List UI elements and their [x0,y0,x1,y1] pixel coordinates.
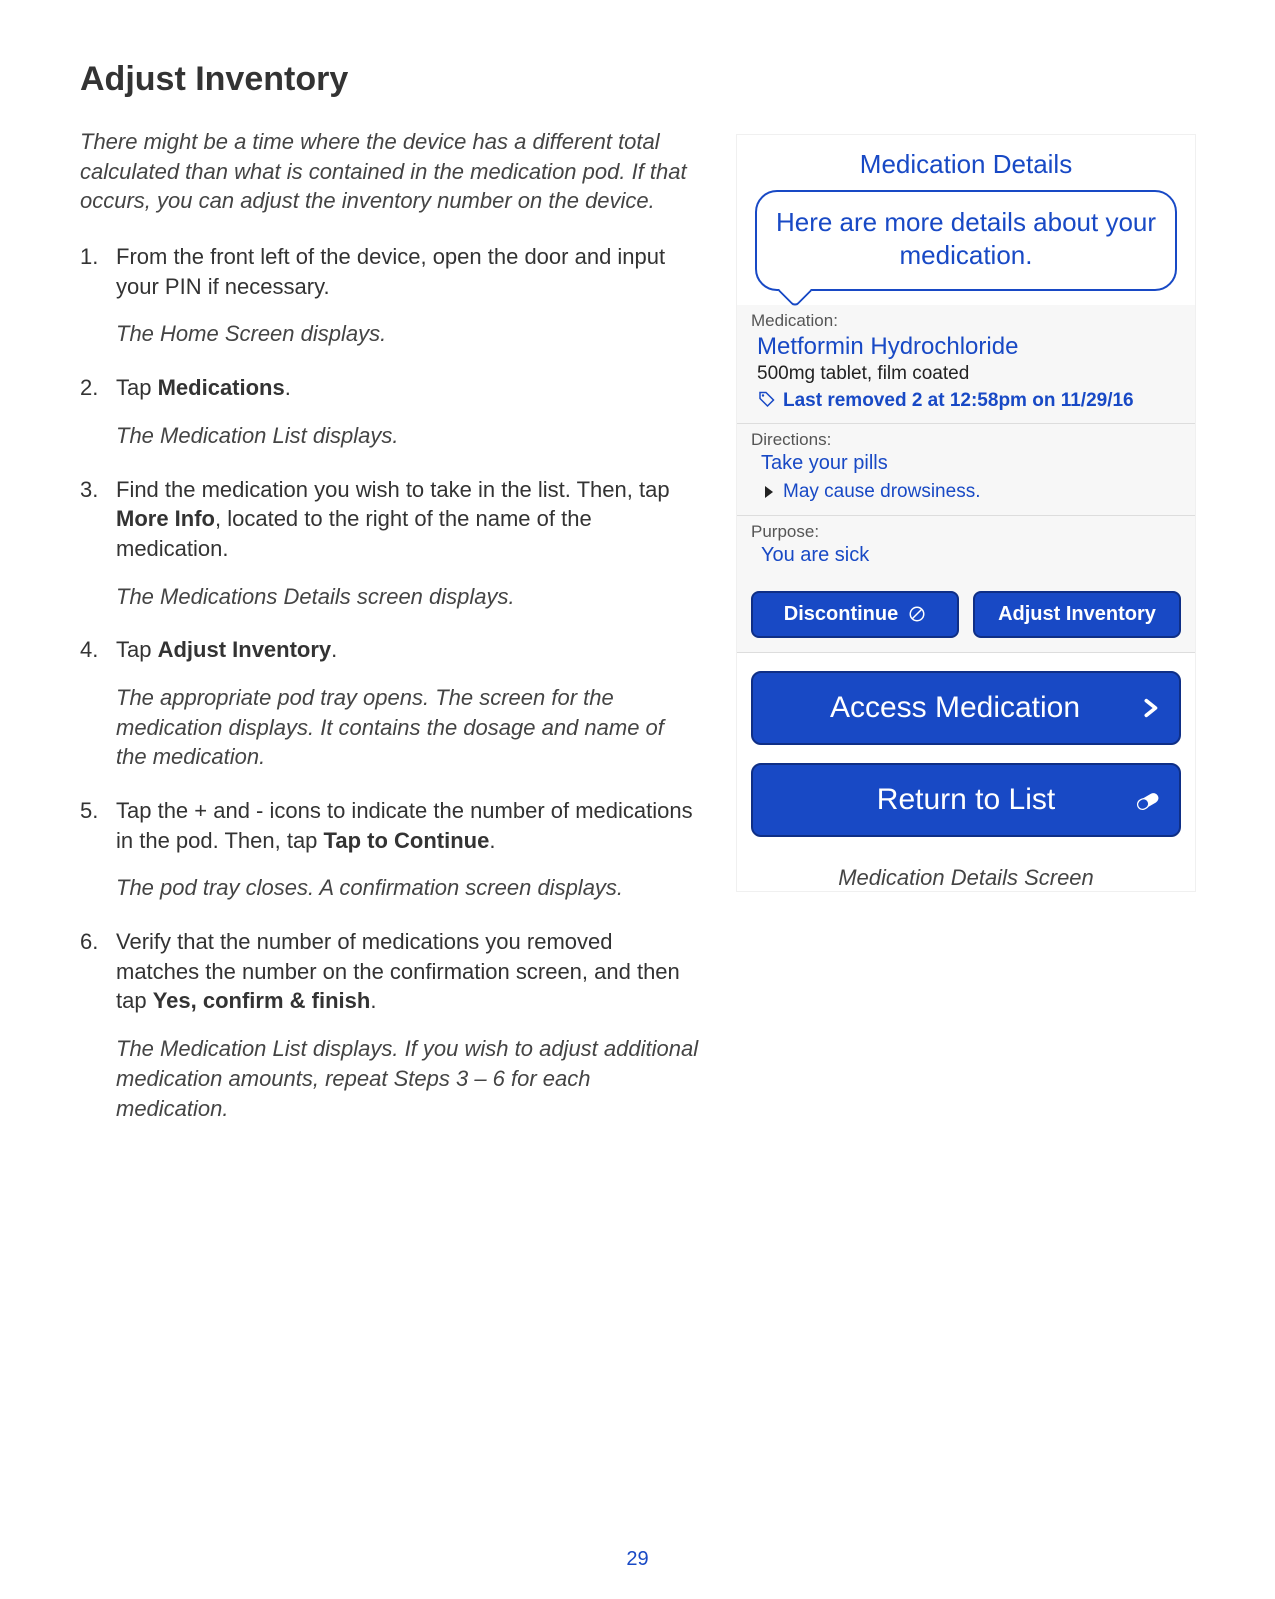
step-6-bold: Yes, confirm & finish [153,988,371,1013]
step-5-bold: Tap to Continue [324,828,490,853]
step-6-sub: The Medication List displays. If you wis… [116,1034,700,1123]
purpose-text: You are sick [761,544,1181,567]
step-4: Tap Adjust Inventory. The appropriate po… [80,635,700,772]
step-5-sub: The pod tray closes. A confirmation scre… [116,873,700,903]
medication-label: Medication: [751,311,1181,331]
step-4-bold: Adjust Inventory [158,637,332,662]
prohibit-icon [908,605,926,623]
device-screenshot: Medication Details Here are more details… [737,135,1195,891]
chevron-right-icon [1139,693,1161,723]
last-removed-row: Last removed 2 at 12:58pm on 11/29/16 [757,389,1181,413]
directions-label: Directions: [751,430,1181,450]
last-removed-text: Last removed 2 at 12:58pm on 11/29/16 [783,389,1134,413]
directions-section: Directions: Take your pills May cause dr… [737,424,1195,516]
step-3-bold: More Info [116,506,215,531]
step-3-pre: Find the medication you wish to take in … [116,477,670,502]
step-1-sub: The Home Screen displays. [116,319,700,349]
step-6-post: . [370,988,376,1013]
access-medication-label: Access Medication [771,691,1139,725]
triangle-icon [765,486,773,498]
access-medication-button[interactable]: Access Medication [751,671,1181,745]
adjust-inventory-button[interactable]: Adjust Inventory [973,591,1181,638]
step-1: From the front left of the device, open … [80,242,700,349]
step-6: Verify that the number of medications yo… [80,927,700,1123]
medication-sub: 500mg tablet, film coated [757,363,1181,385]
return-to-list-label: Return to List [877,783,1055,817]
return-to-list-button[interactable]: Return to List [751,763,1181,837]
step-1-text: From the front left of the device, open … [116,244,665,299]
purpose-section: Purpose: You are sick [737,516,1195,579]
medication-section: Medication: Metformin Hydrochloride 500m… [737,305,1195,424]
speech-bubble: Here are more details about your medicat… [755,190,1177,291]
step-2-pre: Tap [116,375,158,400]
warning-row[interactable]: May cause drowsiness. [765,481,1181,503]
step-2-post: . [285,375,291,400]
directions-text: Take your pills [761,452,1181,475]
discontinue-label: Discontinue [784,603,898,626]
step-2-sub: The Medication List displays. [116,421,700,451]
page-title: Adjust Inventory [80,60,1195,99]
pill-icon [1133,785,1163,815]
step-5-post: . [489,828,495,853]
step-4-pre: Tap [116,637,158,662]
page-number: 29 [0,1548,1275,1571]
step-4-sub: The appropriate pod tray opens. The scre… [116,683,700,772]
intro-text: There might be a time where the device h… [80,127,700,216]
adjust-inventory-label: Adjust Inventory [998,603,1156,626]
purpose-label: Purpose: [751,522,1181,542]
step-2: Tap Medications. The Medication List dis… [80,373,700,450]
step-4-post: . [331,637,337,662]
discontinue-button[interactable]: Discontinue [751,591,959,638]
step-3-sub: The Medications Details screen displays. [116,582,700,612]
figure-caption: Medication Details Screen [737,865,1195,891]
step-3: Find the medication you wish to take in … [80,475,700,612]
tag-icon [757,391,775,409]
warning-text: May cause drowsiness. [783,481,980,503]
step-5: Tap the + and - icons to indicate the nu… [80,796,700,903]
step-2-bold: Medications [158,375,285,400]
device-header: Medication Details [737,135,1195,186]
medication-name: Metformin Hydrochloride [757,333,1181,361]
